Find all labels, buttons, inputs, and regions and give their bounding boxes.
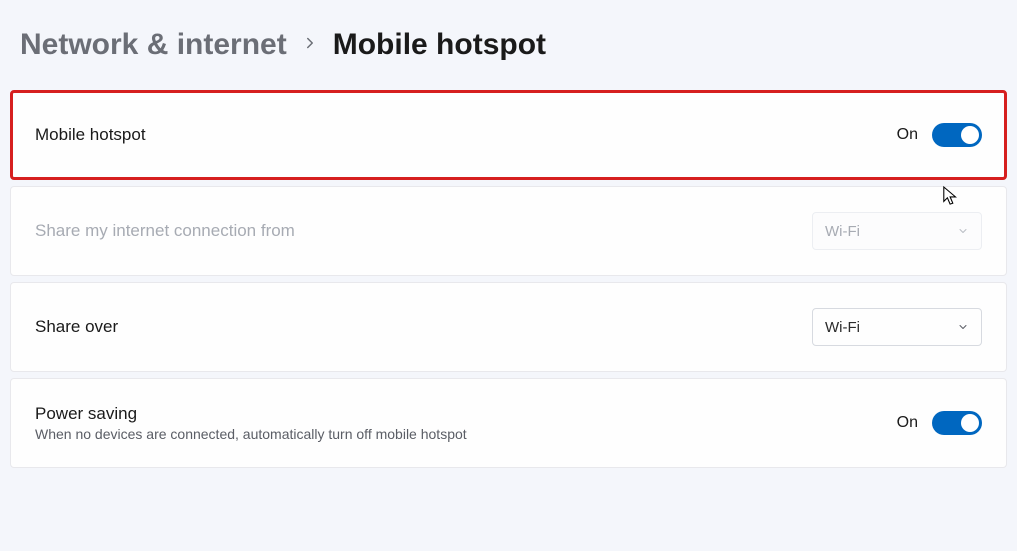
hotspot-card: Mobile hotspot On [10,90,1007,180]
share-from-title: Share my internet connection from [35,221,295,241]
power-saving-left: Power saving When no devices are connect… [35,404,467,442]
hotspot-toggle[interactable] [932,123,982,147]
breadcrumb: Network & internet Mobile hotspot [0,0,1017,90]
chevron-down-icon [957,321,969,333]
settings-cards: Mobile hotspot On Share my internet conn… [0,90,1017,478]
power-saving-toggle[interactable] [932,411,982,435]
share-from-value: Wi-Fi [825,223,860,240]
share-over-card: Share over Wi-Fi [10,282,1007,372]
share-over-right: Wi-Fi [812,308,982,346]
share-over-value: Wi-Fi [825,319,860,336]
chevron-right-icon [301,34,319,56]
toggle-knob [961,414,979,432]
hotspot-state-label: On [897,126,918,144]
power-saving-sub: When no devices are connected, automatic… [35,426,467,442]
settings-page: Network & internet Mobile hotspot Mobile… [0,0,1017,478]
toggle-knob [961,126,979,144]
hotspot-title: Mobile hotspot [35,125,146,145]
share-over-title: Share over [35,317,118,337]
breadcrumb-root[interactable]: Network & internet [20,28,287,62]
power-saving-state-label: On [897,414,918,432]
page-title: Mobile hotspot [333,28,546,62]
share-over-left: Share over [35,317,118,337]
hotspot-card-right: On [897,123,982,147]
share-from-select: Wi-Fi [812,212,982,250]
power-saving-title: Power saving [35,404,467,424]
share-over-select[interactable]: Wi-Fi [812,308,982,346]
share-from-right: Wi-Fi [812,212,982,250]
power-saving-right: On [897,411,982,435]
share-from-card: Share my internet connection from Wi-Fi [10,186,1007,276]
power-saving-card: Power saving When no devices are connect… [10,378,1007,468]
chevron-down-icon [957,225,969,237]
share-from-left: Share my internet connection from [35,221,295,241]
hotspot-card-left: Mobile hotspot [35,125,146,145]
